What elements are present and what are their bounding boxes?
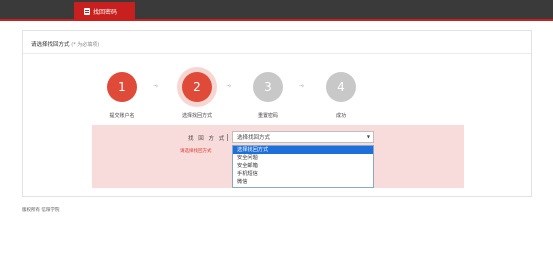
recovery-method-label: 找 回 方 式 <box>188 136 226 142</box>
panel-header: 请选择找回方式 (* 为必填项) <box>31 40 99 48</box>
step-circle: 3 <box>253 72 283 102</box>
step-label: 成功 <box>335 113 346 119</box>
required-note: (* 为必填项) <box>71 42 100 48</box>
step-2: 2 选择找回方式 <box>177 67 217 119</box>
step-arrow-icon: ··› <box>153 82 158 90</box>
dropdown-option[interactable]: 安全邮箱 <box>233 162 373 170</box>
step-arrow-icon: ··› <box>226 82 231 90</box>
step-label: 选择找回方式 <box>181 113 212 119</box>
validation-error: 请选择找回方式 <box>180 149 212 154</box>
header-divider <box>23 53 531 54</box>
recovery-method-dropdown[interactable]: 选择找回方式 安全问题 安全邮箱 手机短信 微信 <box>232 145 374 188</box>
step-circle: 2 <box>182 72 212 102</box>
dropdown-option[interactable]: 微信 <box>233 178 373 186</box>
step-label: 重置密码 <box>257 113 278 119</box>
field-separator <box>227 134 228 141</box>
tab-label: 找回密码 <box>93 9 118 16</box>
dropdown-option[interactable]: 安全问题 <box>233 154 373 162</box>
dropdown-option[interactable]: 手机短信 <box>233 170 373 178</box>
document-icon <box>84 8 90 15</box>
step-label: 提交账户名 <box>109 113 135 119</box>
step-4: 4 成功 <box>326 72 356 119</box>
step-arrow-icon: ··› <box>299 82 304 90</box>
step-3: 3 重置密码 <box>253 72 283 119</box>
step-circle: 1 <box>107 72 137 102</box>
step-ring: 2 <box>177 67 217 107</box>
dropdown-option[interactable]: 选择找回方式 <box>233 146 373 154</box>
tab-find-password[interactable]: 找回密码 <box>74 2 135 21</box>
recovery-method-select[interactable]: 选择找回方式 ▼ <box>232 131 374 143</box>
footer-copyright: 版权所有 信阳学院 <box>22 208 60 213</box>
dropdown-caret-icon: ▼ <box>366 134 370 139</box>
select-value: 选择找回方式 <box>237 135 271 141</box>
step-1: 1 提交账户名 <box>107 72 137 119</box>
step-circle: 4 <box>326 72 356 102</box>
panel-title: 请选择找回方式 <box>31 42 70 48</box>
